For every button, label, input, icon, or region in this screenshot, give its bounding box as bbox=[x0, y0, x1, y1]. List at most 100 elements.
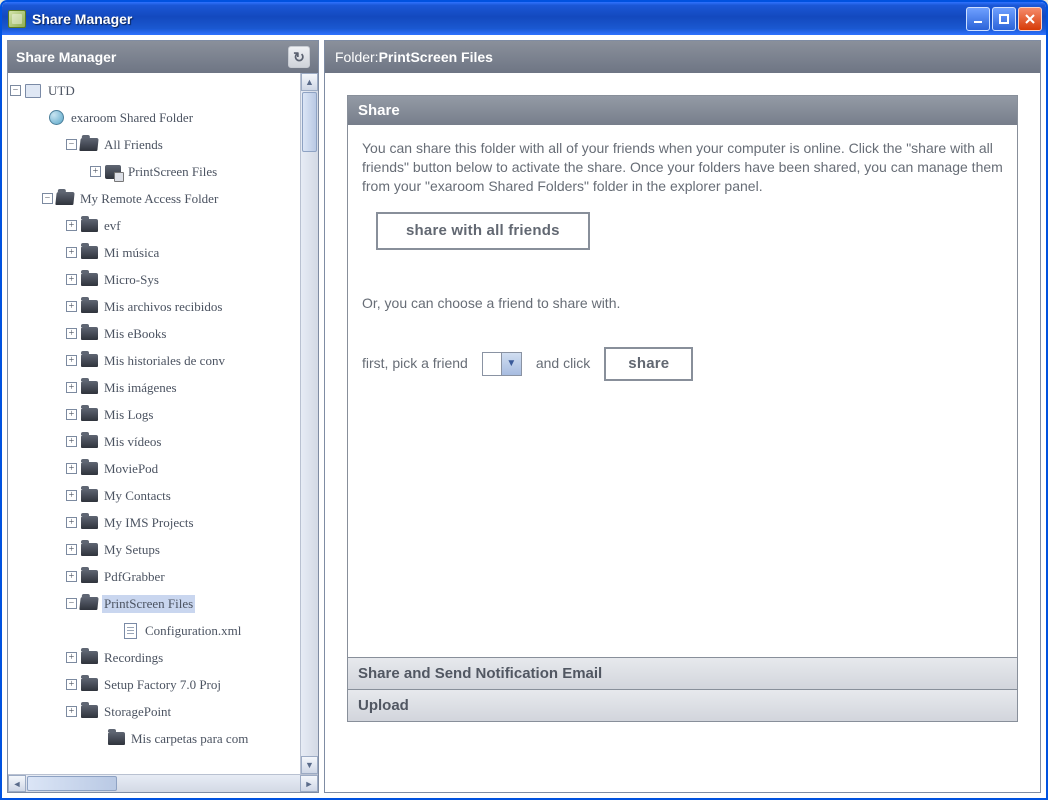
expander-icon[interactable]: + bbox=[66, 436, 77, 447]
tree-item[interactable]: + Mis Logs bbox=[10, 401, 300, 428]
scroll-thumb[interactable] bbox=[302, 92, 317, 152]
folder-icon bbox=[80, 650, 98, 666]
app-window: Share Manager Share Manager ↻ − UTD bbox=[0, 0, 1048, 800]
tree-item[interactable]: +evf bbox=[10, 212, 300, 239]
expander-icon[interactable]: + bbox=[90, 166, 101, 177]
folder-icon bbox=[107, 731, 125, 747]
tree-item[interactable]: +StoragePoint bbox=[10, 698, 300, 725]
tree-file[interactable]: Configuration.xml bbox=[10, 617, 300, 644]
tree-item[interactable]: +My Setups bbox=[10, 536, 300, 563]
scroll-left-button[interactable]: ◄ bbox=[8, 775, 26, 792]
scroll-right-button[interactable]: ► bbox=[300, 775, 318, 792]
tree-item[interactable]: +My IMS Projects bbox=[10, 509, 300, 536]
folder-open-icon bbox=[56, 191, 74, 207]
details-panel: Folder: PrintScreen Files Share You can … bbox=[324, 40, 1041, 793]
refresh-button[interactable]: ↻ bbox=[288, 46, 310, 68]
tree-label: Mis historiales de conv bbox=[102, 352, 227, 370]
tree-item[interactable]: + Mis historiales de conv bbox=[10, 347, 300, 374]
tree-label: Mis eBooks bbox=[102, 325, 168, 343]
folder-icon bbox=[80, 299, 98, 315]
tree-shared-folder[interactable]: exaroom Shared Folder bbox=[10, 104, 300, 131]
expander-icon[interactable]: + bbox=[66, 301, 77, 312]
tree-label: Configuration.xml bbox=[143, 622, 243, 640]
horizontal-scrollbar[interactable]: ◄ ► bbox=[8, 774, 318, 792]
expander-icon[interactable]: + bbox=[66, 679, 77, 690]
expander-icon[interactable]: + bbox=[66, 652, 77, 663]
tree-item[interactable]: + Mis eBooks bbox=[10, 320, 300, 347]
folder-tree[interactable]: − UTD exaroom Shared Folder − All Friend… bbox=[8, 73, 300, 774]
app-icon bbox=[8, 10, 26, 28]
scroll-track[interactable] bbox=[118, 775, 300, 792]
expander-icon[interactable]: + bbox=[66, 409, 77, 420]
chevron-down-icon[interactable]: ▼ bbox=[501, 353, 521, 375]
tree-label: All Friends bbox=[102, 136, 165, 154]
expander-icon[interactable]: − bbox=[10, 85, 21, 96]
vertical-scrollbar[interactable]: ▲ ▼ bbox=[300, 73, 318, 774]
tree-item[interactable]: Mis carpetas para com bbox=[10, 725, 300, 752]
shared-folder-icon bbox=[104, 164, 122, 180]
expander-icon[interactable]: + bbox=[66, 328, 77, 339]
expander-icon[interactable]: + bbox=[66, 490, 77, 501]
document-icon bbox=[121, 623, 139, 639]
tree-label: UTD bbox=[46, 82, 77, 100]
scroll-thumb[interactable] bbox=[27, 776, 117, 791]
tree-container: − UTD exaroom Shared Folder − All Friend… bbox=[8, 73, 318, 774]
expander-icon[interactable]: + bbox=[66, 247, 77, 258]
tree-item[interactable]: +My Contacts bbox=[10, 482, 300, 509]
close-button[interactable] bbox=[1018, 7, 1042, 31]
scroll-down-button[interactable]: ▼ bbox=[301, 756, 318, 774]
expander-icon[interactable]: + bbox=[66, 382, 77, 393]
expander-icon[interactable]: − bbox=[66, 139, 77, 150]
tree-item[interactable]: +Recordings bbox=[10, 644, 300, 671]
expander-icon[interactable]: + bbox=[66, 355, 77, 366]
expander-icon[interactable]: − bbox=[42, 193, 53, 204]
expander-icon[interactable]: + bbox=[66, 517, 77, 528]
tree-item[interactable]: +Mi música bbox=[10, 239, 300, 266]
tree-item[interactable]: + Mis vídeos bbox=[10, 428, 300, 455]
maximize-button[interactable] bbox=[992, 7, 1016, 31]
tree-label: PrintScreen Files bbox=[126, 163, 219, 181]
expander-icon[interactable]: + bbox=[66, 544, 77, 555]
minimize-button[interactable] bbox=[966, 7, 990, 31]
tree-root[interactable]: − UTD bbox=[10, 77, 300, 104]
tree-item[interactable]: + Mis imágenes bbox=[10, 374, 300, 401]
friend-select[interactable]: ▼ bbox=[482, 352, 522, 376]
explorer-panel: Share Manager ↻ − UTD exaroom Shared Fol… bbox=[7, 40, 319, 793]
expander-icon[interactable]: + bbox=[66, 571, 77, 582]
tree-item[interactable]: +MoviePod bbox=[10, 455, 300, 482]
tree-label: Mis vídeos bbox=[102, 433, 163, 451]
scroll-track[interactable] bbox=[301, 153, 318, 756]
tree-item[interactable]: +Mis archivos recibidos bbox=[10, 293, 300, 320]
bottom-spacer bbox=[347, 722, 1018, 792]
tree-label: PrintScreen Files bbox=[102, 595, 195, 613]
accordion-notify[interactable]: Share and Send Notification Email bbox=[348, 657, 1017, 689]
tree-item-selected[interactable]: − PrintScreen Files bbox=[10, 590, 300, 617]
expander-icon[interactable]: + bbox=[66, 706, 77, 717]
share-all-button[interactable]: share with all friends bbox=[376, 212, 590, 250]
expander-icon[interactable]: + bbox=[66, 274, 77, 285]
folder-icon bbox=[80, 353, 98, 369]
expander-icon[interactable]: + bbox=[66, 220, 77, 231]
tree-item[interactable]: +Micro-Sys bbox=[10, 266, 300, 293]
expander-icon[interactable]: + bbox=[66, 463, 77, 474]
folder-icon bbox=[80, 407, 98, 423]
tree-label: Mis imágenes bbox=[102, 379, 179, 397]
or-text: Or, you can choose a friend to share wit… bbox=[362, 294, 1003, 313]
folder-open-icon bbox=[80, 137, 98, 153]
share-button[interactable]: share bbox=[604, 347, 693, 381]
folder-prefix: Folder: bbox=[335, 49, 379, 65]
tree-all-friends[interactable]: − All Friends bbox=[10, 131, 300, 158]
tree-remote-folder[interactable]: − My Remote Access Folder bbox=[10, 185, 300, 212]
scroll-up-button[interactable]: ▲ bbox=[301, 73, 318, 91]
folder-icon bbox=[80, 461, 98, 477]
expander-icon[interactable]: − bbox=[66, 598, 77, 609]
folder-icon bbox=[80, 488, 98, 504]
tree-item[interactable]: +PdfGrabber bbox=[10, 563, 300, 590]
folder-icon bbox=[80, 569, 98, 585]
tree-label: Mis Logs bbox=[102, 406, 155, 424]
tree-printscreen-shared[interactable]: + PrintScreen Files bbox=[10, 158, 300, 185]
tree-item[interactable]: +Setup Factory 7.0 Proj bbox=[10, 671, 300, 698]
accordion-upload[interactable]: Upload bbox=[348, 689, 1017, 721]
titlebar[interactable]: Share Manager bbox=[2, 2, 1046, 35]
folder-icon bbox=[80, 515, 98, 531]
